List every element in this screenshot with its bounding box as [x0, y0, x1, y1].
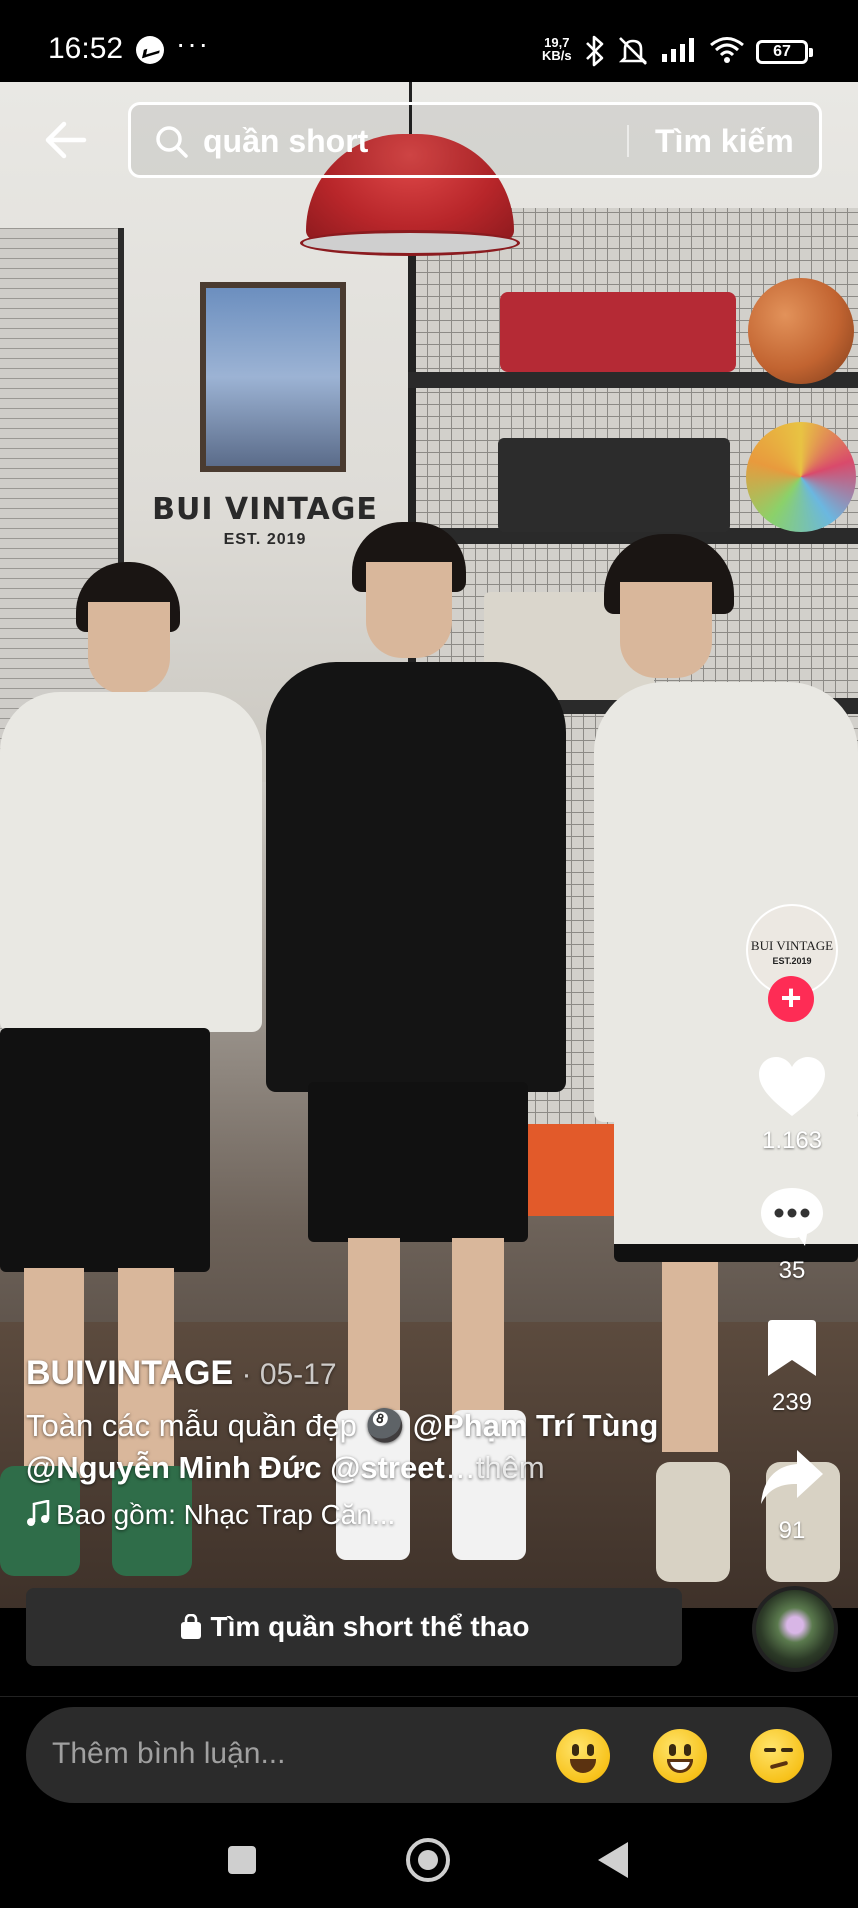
share-count: 91 — [778, 1517, 806, 1544]
home-button[interactable] — [406, 1838, 450, 1882]
smirk-emoji-button[interactable] — [750, 1729, 804, 1783]
mention-link[interactable]: @Phạm Trí Tùng — [413, 1408, 659, 1443]
shopping-bag-icon — [180, 1613, 201, 1639]
comment-icon — [761, 1188, 823, 1246]
bookmark-icon — [768, 1320, 816, 1376]
comment-placeholder: Thêm bình luận... — [52, 1737, 286, 1770]
colorful-ball — [746, 422, 856, 532]
arrow-left-icon — [45, 121, 87, 159]
follow-button[interactable]: + — [768, 976, 814, 1022]
comment-button[interactable]: 35 — [752, 1186, 832, 1285]
avatar-brand: BUI VINTAGE — [750, 938, 834, 953]
recents-button[interactable] — [228, 1846, 256, 1874]
caption-emoji: 🎱 — [365, 1408, 405, 1443]
like-count: 1.163 — [761, 1127, 823, 1154]
search-box[interactable]: quần short Tìm kiếm — [128, 102, 822, 178]
system-back-button[interactable] — [598, 1842, 628, 1878]
author-line: BUIVINTAGE · 05-17 — [26, 1354, 746, 1393]
music-note-icon — [27, 1499, 50, 1526]
mention-link[interactable]: @street — [330, 1450, 445, 1485]
save-count: 239 — [771, 1389, 813, 1416]
video-caption: BUIVINTAGE · 05-17 Toàn các mẫu quần đẹp… — [26, 1354, 746, 1531]
grin-emoji-button[interactable] — [653, 1729, 707, 1783]
caption-ellipsis: … — [444, 1450, 476, 1485]
search-input[interactable]: quần short — [203, 123, 368, 160]
messenger-icon — [136, 36, 164, 64]
search-submit-button[interactable]: Tìm kiếm — [655, 123, 794, 160]
person-left-shorts — [0, 1028, 210, 1272]
bluetooth-icon — [586, 35, 604, 67]
search-divider — [627, 125, 629, 157]
wall-painting — [200, 282, 346, 472]
save-button[interactable]: 239 — [752, 1318, 832, 1417]
lamp-rim — [300, 230, 520, 256]
caption-text: Toàn các mẫu quần đẹp 🎱 @Phạm Trí Tùng @… — [26, 1405, 746, 1489]
heart-icon — [759, 1057, 825, 1116]
share-icon — [761, 1450, 823, 1504]
search-suggestion-label: Tìm quần short thể thao — [210, 1611, 530, 1642]
store-sign: BUI VINTAGE EST. 2019 — [134, 492, 396, 549]
like-button[interactable]: 1.163 — [752, 1056, 832, 1155]
more-icon: ··· — [176, 28, 210, 59]
search-icon — [156, 126, 188, 158]
network-speed-unit: KB/s — [542, 48, 572, 63]
system-nav-bar — [0, 1816, 858, 1908]
store-sign-est: EST. 2019 — [223, 531, 307, 548]
person-middle-face — [366, 562, 452, 658]
mention-link[interactable]: @Nguyễn Minh Đức — [26, 1450, 322, 1485]
wifi-icon — [710, 37, 744, 63]
person-right-face — [620, 582, 712, 678]
battery-icon: 67 — [756, 40, 813, 64]
dark-tee-display — [498, 438, 730, 532]
comment-input[interactable]: Thêm bình luận... — [26, 1707, 832, 1803]
music-title: Bao gồm: Nhạc Trap Căn... — [56, 1499, 396, 1530]
basketball — [748, 278, 854, 384]
red-pillow — [500, 292, 736, 372]
share-button[interactable]: 91 — [752, 1448, 832, 1545]
store-sign-brand: BUI VINTAGE — [152, 492, 378, 527]
see-more-link[interactable]: thêm — [476, 1450, 545, 1485]
comment-count: 35 — [778, 1257, 806, 1284]
comment-bar: Thêm bình luận... — [0, 1696, 858, 1816]
smiley-emoji-button[interactable] — [556, 1729, 610, 1783]
caption-body: Toàn các mẫu quần đẹp — [26, 1408, 366, 1443]
author-name[interactable]: BUIVINTAGE — [26, 1354, 233, 1392]
mute-icon — [618, 37, 648, 65]
post-date: · 05-17 — [233, 1358, 337, 1391]
person-left-shirt — [0, 692, 262, 1032]
person-middle-shirt — [266, 662, 566, 1092]
status-bar: 16:52 ··· 19,7 KB/s 67 — [0, 0, 858, 82]
person-left-face — [88, 602, 170, 694]
status-time: 16:52 — [48, 32, 124, 65]
signal-icon — [662, 38, 694, 62]
back-button[interactable] — [40, 114, 92, 166]
music-line[interactable]: Bao gồm: Nhạc Trap Căn... — [26, 1499, 746, 1531]
network-speed: 19,7 KB/s — [542, 36, 572, 62]
avatar-est: EST.2019 — [772, 956, 812, 966]
music-disc[interactable] — [752, 1586, 838, 1672]
search-suggestion-banner[interactable]: Tìm quần short thể thao — [26, 1588, 682, 1666]
person-middle-shorts — [308, 1082, 528, 1242]
